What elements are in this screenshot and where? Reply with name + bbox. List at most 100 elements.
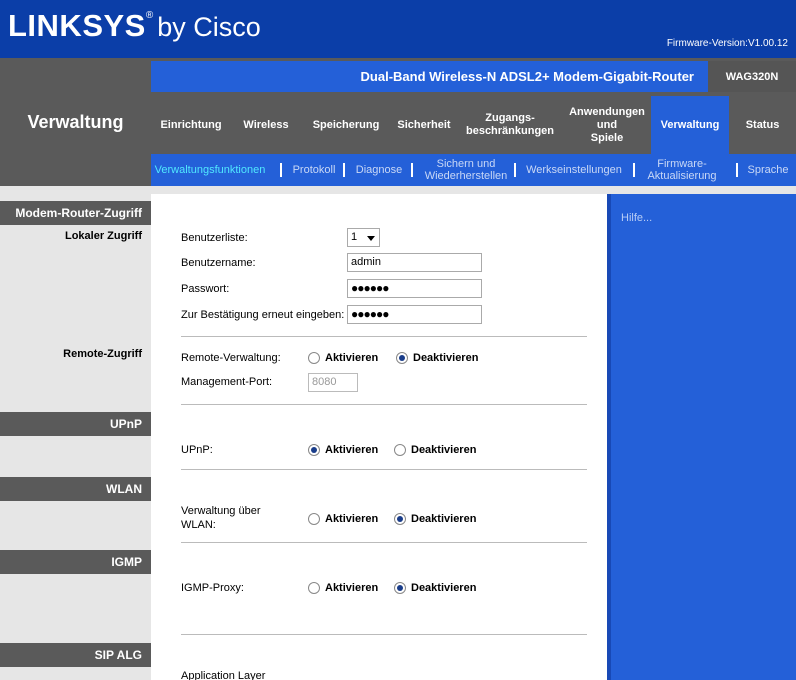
remote-management-enable-option[interactable]: Aktivieren	[308, 352, 378, 364]
divider	[181, 404, 587, 405]
logo-registered-mark: ®	[145, 10, 154, 21]
left-heading-sip-alg: SIP ALG	[0, 643, 151, 667]
subtab-separator	[411, 163, 413, 177]
left-heading-upnp: UPnP	[0, 412, 151, 436]
left-heading-modem-router-zugriff: Modem-Router-Zugriff	[0, 201, 151, 225]
confirm-password-label: Zur Bestätigung erneut eingeben:	[181, 309, 345, 321]
subtab-separator	[514, 163, 516, 177]
userlist-selected-value: 1	[351, 231, 358, 243]
linksys-logo: LINKSYS® by Cisco	[8, 8, 261, 44]
subtab-label: Sichern und Wiederherstellen	[424, 158, 508, 182]
product-name: Dual-Band Wireless-N ADSL2+ Modem-Gigabi…	[151, 61, 708, 92]
confirm-password-input[interactable]: ●●●●●●	[347, 305, 482, 324]
model-name: WAG320N	[708, 61, 796, 92]
radio-button-checked[interactable]	[394, 582, 406, 594]
help-link[interactable]: Hilfe...	[621, 212, 652, 224]
divider	[181, 634, 587, 635]
wlan-management-disable-option[interactable]: Deaktivieren	[394, 513, 476, 525]
subtab-label: Diagnose	[355, 164, 403, 176]
tab-verwaltung[interactable]: Verwaltung	[651, 96, 729, 154]
remote-management-disable-option[interactable]: Deaktivieren	[396, 352, 478, 364]
subtab-werkseinstellungen[interactable]: Werkseinstellungen	[523, 154, 625, 186]
password-label: Passwort:	[181, 283, 230, 295]
radio-label: Deaktivieren	[413, 352, 479, 364]
radio-button-checked[interactable]	[394, 513, 406, 525]
header: LINKSYS® by Cisco Firmware-Version:V1.00.…	[0, 0, 796, 58]
password-input[interactable]: ●●●●●●	[347, 279, 482, 298]
tab-label: Verwaltung	[660, 118, 720, 131]
upnp-disable-option[interactable]: Deaktivieren	[394, 444, 476, 456]
radio-button-unchecked[interactable]	[308, 513, 320, 525]
application-layer-label: Application Layer	[181, 670, 266, 680]
left-column: Modem-Router-Zugriff Lokaler Zugriff Rem…	[0, 186, 151, 680]
help-panel: Hilfe...	[607, 194, 796, 680]
radio-label: Aktivieren	[325, 444, 379, 456]
management-port-input[interactable]: 8080	[308, 373, 358, 392]
radio-label: Deaktivieren	[411, 513, 477, 525]
username-label: Benutzername:	[181, 257, 256, 269]
subtab-protokoll[interactable]: Protokoll	[289, 154, 339, 186]
tab-label: Status	[745, 118, 780, 131]
tab-label: Anwendungen und Spiele	[569, 105, 645, 144]
firmware-version: Firmware-Version:V1.00.12	[666, 38, 788, 49]
wlan-management-label-line1: Verwaltung über	[181, 505, 261, 517]
radio-button-unchecked[interactable]	[394, 444, 406, 456]
upnp-enable-option[interactable]: Aktivieren	[308, 444, 378, 456]
tab-einrichtung[interactable]: Einrichtung	[151, 96, 231, 154]
tab-label: Speicherung	[312, 118, 380, 131]
radio-label: Deaktivieren	[411, 444, 477, 456]
tab-label: Einrichtung	[160, 118, 222, 131]
tab-anwendungen-und-spiele[interactable]: Anwendungen und Spiele	[563, 96, 651, 154]
tab-status[interactable]: Status	[729, 96, 796, 154]
userlist-select[interactable]: 1	[347, 228, 380, 247]
igmp-proxy-label: IGMP-Proxy:	[181, 582, 244, 594]
section-title: Verwaltung	[27, 111, 124, 132]
subtab-label: Protokoll	[292, 164, 336, 176]
subtab-diagnose[interactable]: Diagnose	[351, 154, 407, 186]
chevron-down-icon	[367, 236, 375, 241]
logo-linksys-text: LINKSYS	[8, 8, 146, 43]
divider	[181, 336, 587, 337]
subtab-label: Verwaltungsfunktionen	[154, 164, 266, 176]
radio-button-checked[interactable]	[396, 352, 408, 364]
subtab-separator	[736, 163, 738, 177]
subtab-firmware-aktualisierung[interactable]: Firmware- Aktualisierung	[641, 154, 723, 186]
radio-label: Aktivieren	[325, 513, 379, 525]
divider	[181, 542, 587, 543]
tab-wireless[interactable]: Wireless	[231, 96, 301, 154]
username-input[interactable]: admin	[347, 253, 482, 272]
subtab-label: Sprache	[747, 164, 789, 176]
radio-label: Aktivieren	[325, 582, 379, 594]
subtab-separator	[280, 163, 282, 177]
radio-button-checked[interactable]	[308, 444, 320, 456]
igmp-proxy-disable-option[interactable]: Deaktivieren	[394, 582, 476, 594]
divider	[181, 469, 587, 470]
tab-speicherung[interactable]: Speicherung	[301, 96, 391, 154]
tab-label: Zugangs- beschränkungen	[465, 112, 555, 137]
tab-zugangsbeschraenkungen[interactable]: Zugangs- beschränkungen	[457, 96, 563, 154]
left-heading-igmp: IGMP	[0, 550, 151, 574]
radio-label: Aktivieren	[325, 352, 379, 364]
tab-sicherheit[interactable]: Sicherheit	[391, 96, 457, 154]
userlist-label: Benutzerliste:	[181, 232, 248, 244]
subtab-separator	[343, 163, 345, 177]
management-port-label: Management-Port:	[181, 376, 273, 388]
sub-tabs: Verwaltungsfunktionen Protokoll Diagnose…	[151, 154, 796, 186]
left-label-remote-zugriff: Remote-Zugriff	[63, 348, 142, 360]
radio-button-unchecked[interactable]	[308, 582, 320, 594]
igmp-proxy-enable-option[interactable]: Aktivieren	[308, 582, 378, 594]
subtab-label: Werkseinstellungen	[526, 164, 622, 176]
subtab-verwaltungsfunktionen[interactable]: Verwaltungsfunktionen	[151, 154, 269, 186]
tab-label: Wireless	[243, 118, 289, 131]
remote-management-label: Remote-Verwaltung:	[181, 352, 281, 364]
radio-button-unchecked[interactable]	[308, 352, 320, 364]
upnp-label: UPnP:	[181, 444, 213, 456]
main-content: Benutzerliste: 1 Benutzername: admin Pas…	[151, 194, 607, 680]
subtab-label: Firmware- Aktualisierung	[647, 158, 717, 182]
subtab-sichern-und-wiederherstellen[interactable]: Sichern und Wiederherstellen	[417, 154, 515, 186]
subtab-separator	[633, 163, 635, 177]
wlan-management-enable-option[interactable]: Aktivieren	[308, 513, 378, 525]
radio-label: Deaktivieren	[411, 582, 477, 594]
left-label-lokaler-zugriff: Lokaler Zugriff	[64, 230, 142, 242]
subtab-sprache[interactable]: Sprache	[744, 154, 792, 186]
